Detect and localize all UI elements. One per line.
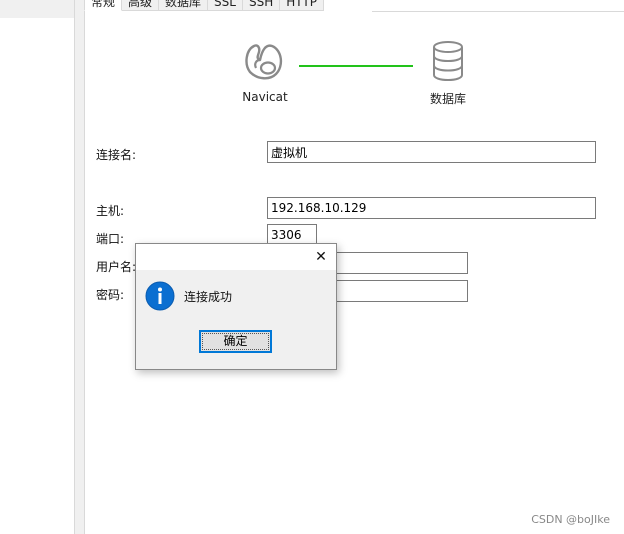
focus-ring (202, 333, 269, 350)
tree-selected-row[interactable] (0, 0, 74, 18)
ok-button[interactable]: 确定 (199, 330, 272, 353)
connection-name-label: 连接名: (96, 148, 137, 162)
tab-ssh[interactable]: SSH (242, 0, 281, 11)
dialog-titlebar[interactable]: ✕ (136, 244, 336, 270)
connection-name-input[interactable] (267, 141, 596, 163)
client-label: Navicat (242, 90, 288, 104)
tab-advanced[interactable]: 高级 (122, 0, 160, 11)
settings-tabs: 常规 高级 数据库 SSL SSH HTTP (84, 0, 324, 12)
info-icon (145, 281, 175, 311)
tab-general[interactable]: 常规 (84, 0, 123, 11)
database-icon (433, 41, 463, 82)
tab-http[interactable]: HTTP (280, 0, 324, 11)
window-root: 常规 高级 数据库 SSL SSH HTTP Navicat 数据库 连接名: … (0, 0, 624, 534)
port-label: 端口: (96, 232, 125, 246)
tab-ssl[interactable]: SSL (208, 0, 243, 11)
connection-line (299, 65, 413, 67)
tab-strip-border (372, 11, 624, 12)
navicat-logo-icon (245, 44, 283, 80)
password-label: 密码: (96, 288, 125, 302)
server-label: 数据库 (429, 92, 466, 106)
dialog-body: 连接成功 确定 (136, 270, 336, 369)
connection-success-dialog: ✕ 连接成功 确定 (135, 243, 337, 370)
username-label: 用户名: (96, 260, 137, 274)
connection-tree-pane (0, 0, 74, 534)
host-label: 主机: (96, 204, 125, 218)
dialog-message: 连接成功 (184, 290, 233, 304)
pane-splitter[interactable] (74, 0, 84, 534)
tab-databases[interactable]: 数据库 (159, 0, 209, 11)
close-icon[interactable]: ✕ (312, 248, 330, 266)
watermark: CSDN @boJIke (531, 513, 610, 526)
host-input[interactable] (267, 197, 596, 219)
